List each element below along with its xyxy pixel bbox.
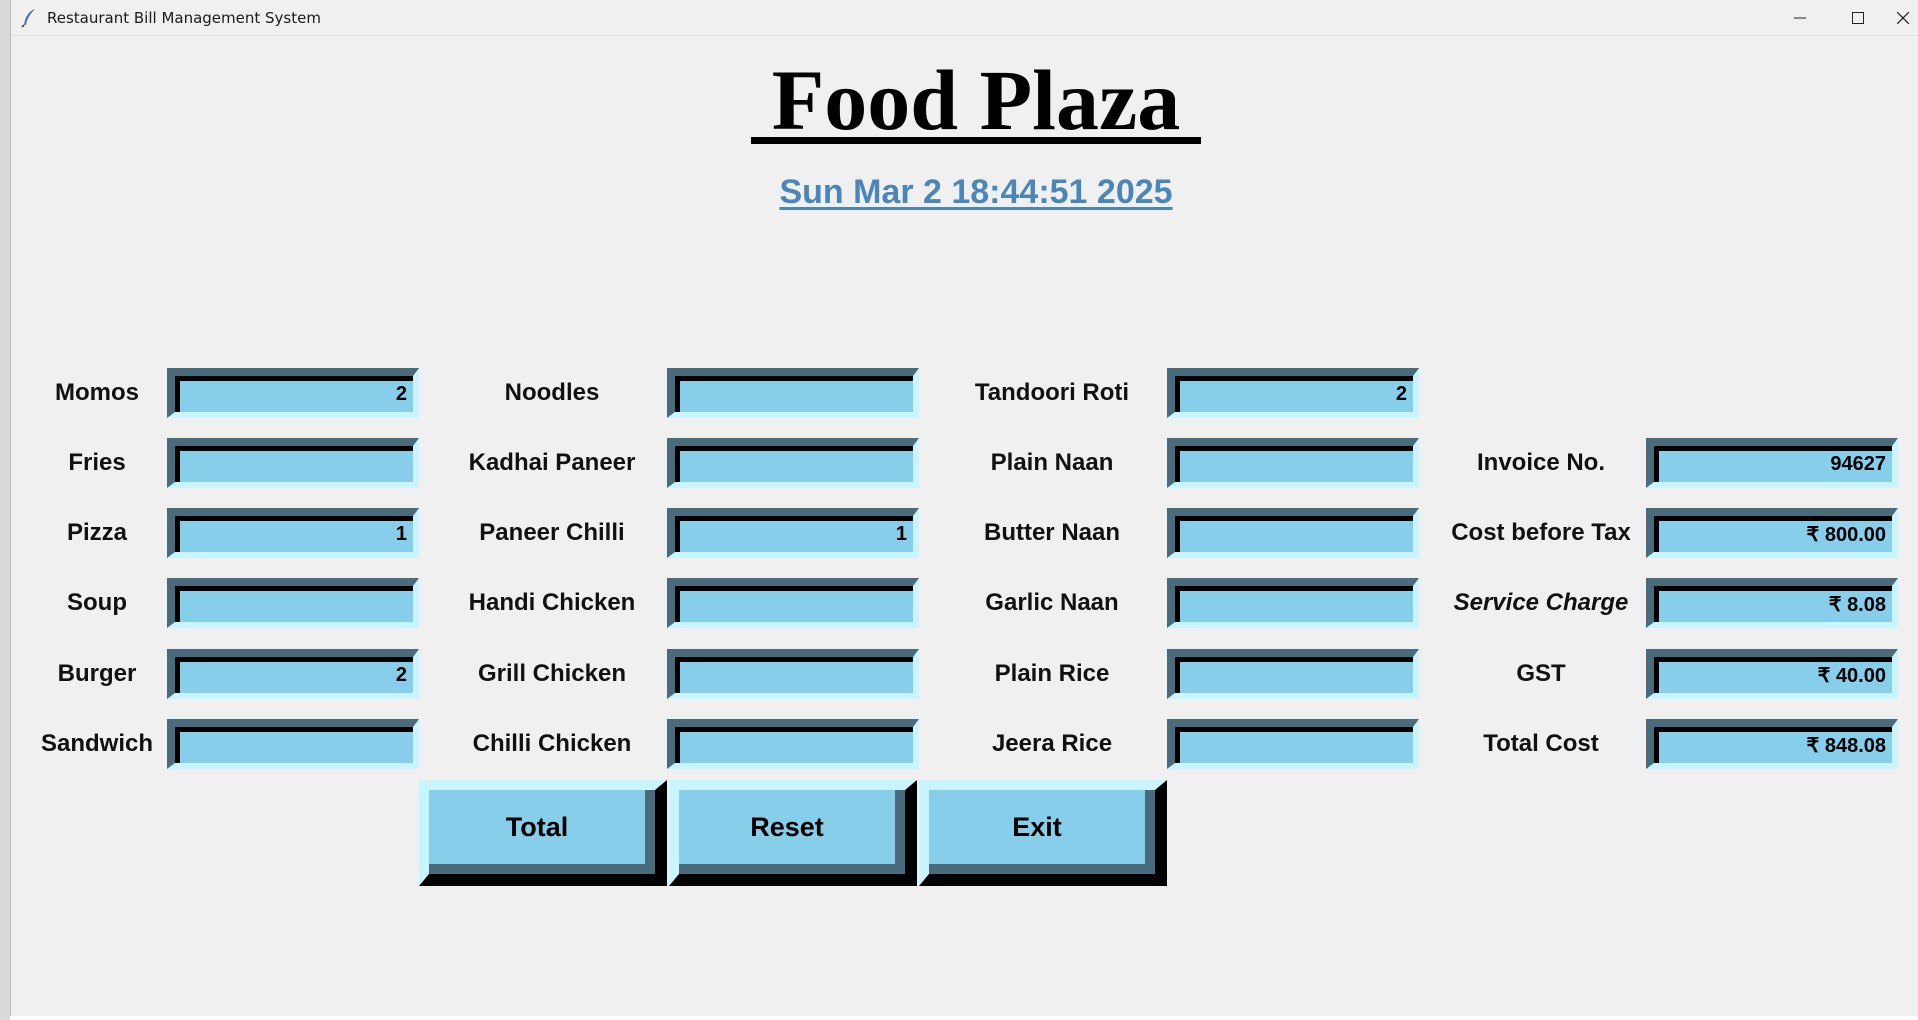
label-pizza: Pizza [66,519,128,546]
label-garlic-naan: Garlic Naan [985,589,1119,616]
plain-rice-qty-input[interactable] [1167,649,1419,699]
label-sandwich: Sandwich [40,730,154,757]
chilli-chicken-qty-input[interactable] [667,719,919,769]
label-chilli-chicken: Chilli Chicken [472,730,632,757]
handi-chicken-qty-input[interactable] [667,578,919,628]
maximize-icon [1852,12,1864,24]
gst-field[interactable] [1646,649,1898,699]
desktop-edge [0,0,10,1020]
soup-qty-input[interactable] [167,578,419,628]
title-bar[interactable]: Restaurant Bill Management System [11,0,1918,36]
label-burger: Burger [57,660,137,687]
label-noodles: Noodles [504,379,600,406]
label-soup: Soup [67,589,127,616]
feather-icon [21,8,39,28]
label-paneer-chilli: Paneer Chilli [479,519,625,546]
label-fries: Fries [68,449,126,476]
momos-qty-input[interactable] [167,368,419,418]
grill-chicken-qty-input[interactable] [667,649,919,699]
noodles-qty-input[interactable] [667,368,919,418]
label-total-cost: Total Cost [1483,730,1599,757]
kadhai-paneer-qty-input[interactable] [667,438,919,488]
datetime-label: Sun Mar 2 18:44:51 2025 [779,173,1173,211]
label-cost-before-tax: Cost before Tax [1451,519,1631,546]
sandwich-qty-input[interactable] [167,719,419,769]
service-charge-field[interactable] [1646,578,1898,628]
pizza-qty-input[interactable] [167,508,419,558]
reset-button[interactable]: Reset [669,780,917,886]
label-butter-naan: Butter Naan [983,519,1121,546]
label-tandoori-roti: Tandoori Roti [974,379,1130,406]
invoice-no-field[interactable] [1646,438,1898,488]
paneer-chilli-qty-input[interactable] [667,508,919,558]
close-icon [1897,12,1909,24]
total-cost-field[interactable] [1646,719,1898,769]
fries-qty-input[interactable] [167,438,419,488]
restaurant-heading: Food Plaza [771,52,1181,148]
burger-qty-input[interactable] [167,649,419,699]
label-plain-naan: Plain Naan [990,449,1114,476]
heading-underline [751,137,1201,144]
minimize-icon [1794,12,1806,24]
label-plain-rice: Plain Rice [994,660,1110,687]
total-button[interactable]: Total [419,780,667,886]
maximize-button[interactable] [1829,0,1887,36]
label-invoice-no: Invoice No. [1476,449,1606,476]
plain-naan-qty-input[interactable] [1167,438,1419,488]
app-window: Restaurant Bill Management System Food P… [10,0,1918,1016]
close-button[interactable] [1887,0,1918,36]
jeera-rice-qty-input[interactable] [1167,719,1419,769]
label-momos: Momos [55,379,139,406]
label-kadhai-paneer: Kadhai Paneer [468,449,636,476]
minimize-button[interactable] [1771,0,1829,36]
label-grill-chicken: Grill Chicken [477,660,627,687]
cost-before-tax-field[interactable] [1646,508,1898,558]
label-gst: GST [1516,660,1566,687]
window-title: Restaurant Bill Management System [47,9,321,27]
exit-button[interactable]: Exit [919,780,1167,886]
garlic-naan-qty-input[interactable] [1167,578,1419,628]
butter-naan-qty-input[interactable] [1167,508,1419,558]
label-jeera-rice: Jeera Rice [991,730,1113,757]
label-service-charge: Service Charge [1453,589,1629,616]
label-handi-chicken: Handi Chicken [468,589,636,616]
tandoori-roti-qty-input[interactable] [1167,368,1419,418]
